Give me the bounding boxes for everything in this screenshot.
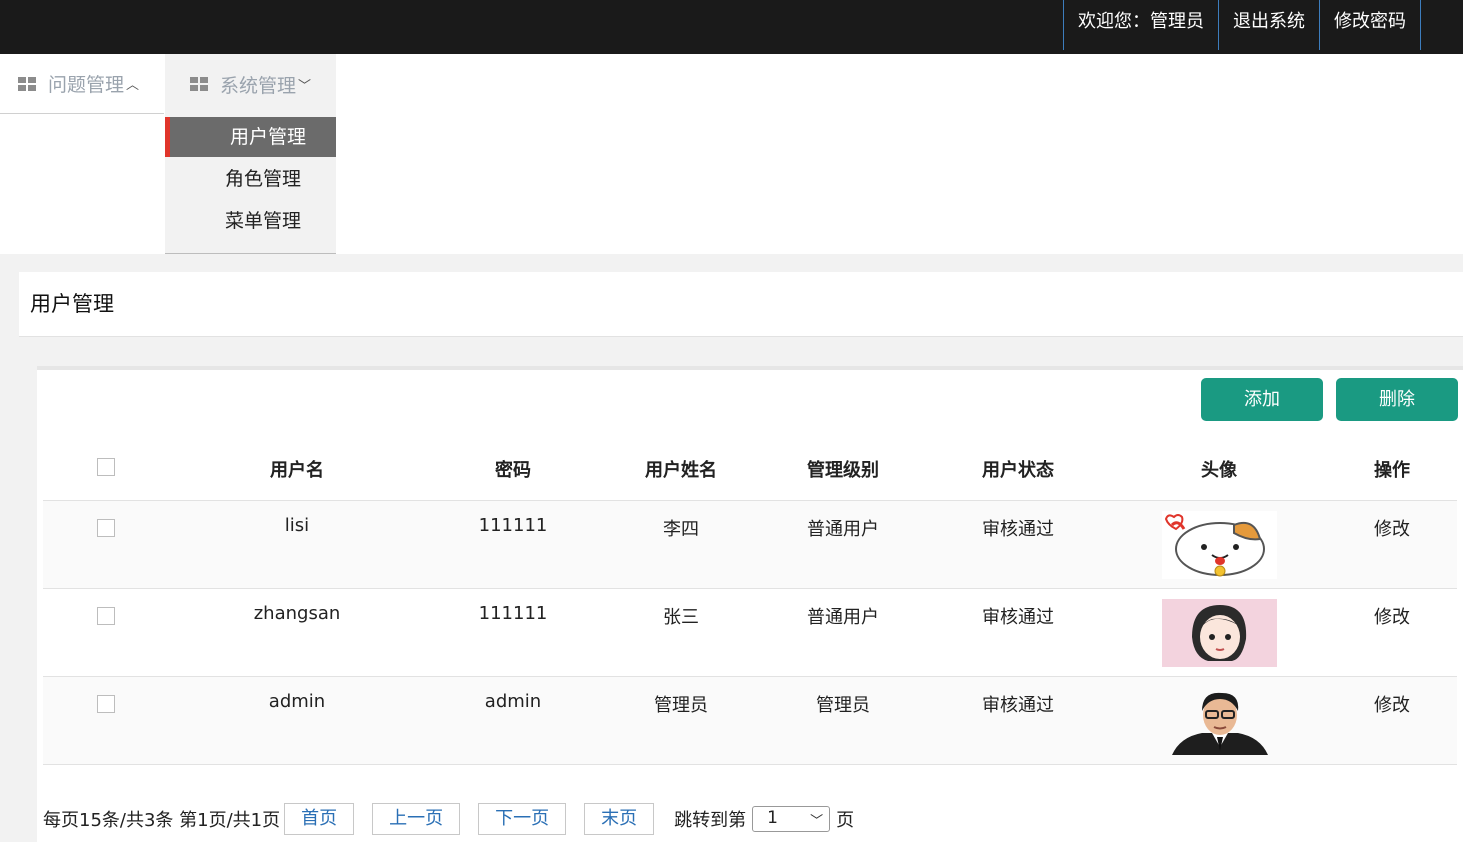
- top-bar: 欢迎您：管理员 退出系统 修改密码: [0, 0, 1463, 54]
- delete-button[interactable]: 删除: [1336, 378, 1458, 421]
- row-checkbox[interactable]: [97, 695, 115, 713]
- cell-level: 普通用户: [761, 588, 925, 677]
- header-avatar: 头像: [1111, 438, 1327, 501]
- system-submenu: 用户管理 角色管理 菜单管理: [165, 114, 336, 254]
- edit-link[interactable]: 修改: [1327, 500, 1457, 589]
- first-page-button[interactable]: 首页: [284, 803, 355, 835]
- header-status: 用户状态: [925, 438, 1111, 501]
- menu-question-management[interactable]: 问题管理 ︿: [0, 54, 164, 114]
- cell-status: 审核通过: [925, 588, 1111, 677]
- menu-bar: 问题管理 ︿ 系统管理 ﹀ 用户管理 角色管理 菜单管理: [0, 54, 1463, 254]
- table-row: admin admin 管理员 管理员 审核通过 修改: [43, 676, 1457, 765]
- cell-password: 111111: [425, 588, 601, 677]
- table-header-row: 用户名 密码 用户姓名 管理级别 用户状态 头像 操作: [43, 438, 1457, 501]
- menu-label: 系统管理: [220, 74, 297, 97]
- next-page-button[interactable]: 下一页: [478, 803, 567, 835]
- menu-system-management[interactable]: 系统管理 ﹀: [165, 54, 336, 114]
- row-checkbox[interactable]: [97, 519, 115, 537]
- cell-name: 李四: [601, 500, 761, 589]
- chevron-down-icon: ﹀: [298, 78, 312, 94]
- edit-link[interactable]: 修改: [1327, 676, 1457, 765]
- chevron-up-icon: ︿: [126, 78, 140, 93]
- page-select-value: 1: [767, 808, 778, 828]
- table-panel: 添加 删除 用户名 密码 用户姓名 管理级别 用户状态 头像 操作 lisi 1…: [37, 366, 1463, 846]
- edit-link[interactable]: 修改: [1327, 588, 1457, 677]
- table-row: lisi 111111 李四 普通用户 审核通过 修改: [43, 500, 1457, 589]
- cell-level: 普通用户: [761, 500, 925, 589]
- cell-name: 张三: [601, 588, 761, 677]
- cell-password: 111111: [425, 500, 601, 589]
- cell-username: lisi: [169, 500, 425, 589]
- chevron-down-icon: ﹀: [810, 814, 824, 829]
- change-password-link[interactable]: 修改密码: [1319, 0, 1421, 50]
- header-username: 用户名: [169, 438, 425, 501]
- grid-icon: [18, 76, 36, 91]
- jump-prefix: 跳转到第: [674, 810, 747, 831]
- last-page-button[interactable]: 末页: [584, 803, 655, 835]
- user-table: 用户名 密码 用户姓名 管理级别 用户状态 头像 操作 lisi 111111 …: [43, 438, 1457, 765]
- select-all-cell: [43, 438, 169, 501]
- cell-status: 审核通过: [925, 500, 1111, 589]
- submenu-menu-management[interactable]: 菜单管理: [165, 201, 336, 241]
- menu-label: 问题管理: [48, 74, 125, 96]
- add-button[interactable]: 添加: [1201, 378, 1323, 421]
- pagination-info: 每页15条/共3条 第1页/共1页: [43, 810, 281, 831]
- table-row: zhangsan 111111 张三 普通用户 审核通过 修改: [43, 588, 1457, 677]
- cell-name: 管理员: [601, 676, 761, 765]
- top-links: 欢迎您：管理员 退出系统 修改密码: [1063, 0, 1421, 50]
- cell-level: 管理员: [761, 676, 925, 765]
- page-select[interactable]: 1 ﹀: [752, 806, 831, 832]
- select-all-checkbox[interactable]: [97, 457, 115, 476]
- cell-status: 审核通过: [925, 676, 1111, 765]
- submenu-user-management[interactable]: 用户管理: [165, 117, 336, 157]
- welcome-text: 欢迎您：管理员: [1063, 0, 1218, 50]
- header-name: 用户姓名: [601, 438, 761, 501]
- submenu-role-management[interactable]: 角色管理: [165, 159, 336, 199]
- header-password: 密码: [425, 438, 601, 501]
- cat-avatar-icon: [1161, 511, 1277, 579]
- row-checkbox[interactable]: [97, 607, 115, 625]
- girl-avatar-icon: [1161, 599, 1277, 667]
- page-title-box: 用户管理: [19, 272, 1463, 337]
- logout-link[interactable]: 退出系统: [1218, 0, 1319, 50]
- pagination: 每页15条/共3条 第1页/共1页 首页 上一页 下一页 末页 跳转到第 1 ﹀…: [43, 802, 854, 836]
- page-title: 用户管理: [30, 292, 114, 316]
- cell-username: zhangsan: [169, 588, 425, 677]
- prev-page-button[interactable]: 上一页: [372, 803, 461, 835]
- jump-suffix: 页: [836, 810, 855, 831]
- content-area: 用户管理 添加 删除 用户名 密码 用户姓名 管理级别 用户状态 头像 操作 l…: [0, 254, 1463, 846]
- header-action: 操作: [1327, 438, 1457, 501]
- header-level: 管理级别: [761, 438, 925, 501]
- man-avatar-icon: [1161, 687, 1277, 755]
- cell-username: admin: [169, 676, 425, 765]
- grid-icon: [190, 77, 208, 91]
- cell-password: admin: [425, 676, 601, 765]
